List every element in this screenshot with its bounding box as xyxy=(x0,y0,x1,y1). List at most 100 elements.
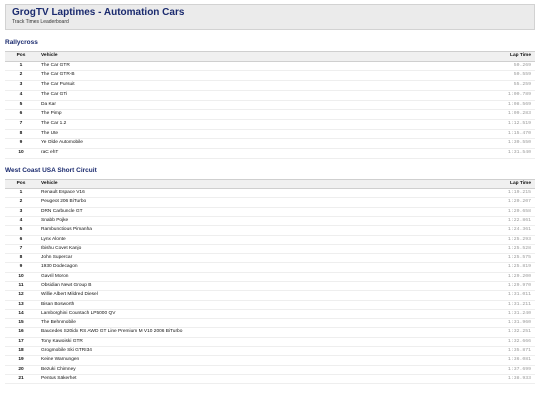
table-row: 5 Rambunctious Pimanha 1:24.361 xyxy=(5,225,535,236)
row-vehicle: The Car GTR-B xyxy=(37,70,467,82)
row-pos: 2 xyxy=(5,197,37,208)
row-lap-time: 55.259 xyxy=(467,80,535,91)
row-lap-time: 50.269 xyxy=(467,61,535,72)
row-pos: 4 xyxy=(5,90,37,101)
row-vehicle: Tony Kawoiski GTR xyxy=(37,337,467,348)
row-vehicle: The Car 1.2 xyxy=(37,119,467,130)
row-vehicle: John Supercar xyxy=(37,253,467,264)
table-header-row: Pos Vehicle Lap Time xyxy=(5,51,535,62)
row-vehicle: Snabb Pojke xyxy=(37,216,467,227)
column-header-pos: Pos xyxy=(5,51,37,62)
table-row: 1 The Car GTR 50.269 xyxy=(5,61,535,72)
row-vehicle: Lamborghini Countach LP5000 QV xyxy=(37,309,467,320)
row-pos: 8 xyxy=(5,253,37,264)
row-lap-time: 1:30.550 xyxy=(467,138,535,150)
row-lap-time: 1:08.569 xyxy=(467,100,535,111)
row-pos: 5 xyxy=(5,225,37,236)
column-header-vehicle: Vehicle xyxy=(37,51,467,62)
table-row: 6 The Pimp 1:09.283 xyxy=(5,109,535,120)
table-row: 7 The Car 1.2 1:12.519 xyxy=(5,119,535,130)
row-pos: 19 xyxy=(5,355,37,366)
row-lap-time: 1:25.819 xyxy=(467,262,535,273)
table-row: 10 Gavril Moron 1:29.200 xyxy=(5,272,535,283)
row-pos: 5 xyxy=(5,100,37,111)
row-vehicle: Willie Albert Mildred Diesel xyxy=(37,290,467,301)
row-vehicle: Ye Olde Automobile xyxy=(37,138,467,150)
table-row: 12 Willie Albert Mildred Diesel 1:31.011 xyxy=(5,290,535,301)
row-pos: 4 xyxy=(5,216,37,227)
row-pos: 9 xyxy=(5,262,37,273)
row-pos: 3 xyxy=(5,207,37,217)
table-row: 4 Snabb Pojke 1:22.861 xyxy=(5,216,535,227)
table-row: 3 The Car Pursuit 55.259 xyxy=(5,80,535,91)
row-vehicle: Lynx Alonte xyxy=(37,235,467,245)
table-row: 5 Da Kar 1:08.569 xyxy=(5,100,535,111)
row-vehicle: The Ute xyxy=(37,129,467,140)
row-lap-time: 1:29.200 xyxy=(467,272,535,283)
page: GrogTV Laptimes - Automation Cars Track … xyxy=(0,0,540,385)
table-row: 9 Ye Olde Automobile 1:30.550 xyxy=(5,138,535,150)
table-row: 2 Peugeot 206 BiTurbo 1:20.207 xyxy=(5,197,535,208)
row-vehicle: Pentus Säkerhet xyxy=(37,374,467,385)
row-vehicle: The Car Pursuit xyxy=(37,80,467,91)
row-lap-time: 1:12.519 xyxy=(467,119,535,130)
column-header-vehicle: Vehicle xyxy=(37,178,467,190)
row-lap-time: 1:22.861 xyxy=(467,216,535,227)
row-vehicle: The Car GTR xyxy=(37,61,467,72)
row-lap-time: 1:19.215 xyxy=(467,188,535,199)
row-lap-time: 1:37.699 xyxy=(467,365,535,375)
row-pos: 7 xyxy=(5,119,37,130)
row-lap-time: 1:09.283 xyxy=(467,109,535,120)
row-lap-time: 1:25.575 xyxy=(467,253,535,264)
row-lap-time: 1:31.540 xyxy=(467,148,535,159)
row-lap-time: 1:32.666 xyxy=(467,337,535,348)
row-pos: 14 xyxy=(5,309,37,320)
row-pos: 10 xyxy=(5,148,37,159)
row-lap-time: 1:31.011 xyxy=(467,290,535,301)
row-vehicle: 1930 Dodecagon xyxy=(37,262,467,273)
row-pos: 2 xyxy=(5,70,37,82)
row-lap-time: 1:35.871 xyxy=(467,346,535,357)
row-lap-time: 1:25.528 xyxy=(467,244,535,255)
table-row: 18 Grogmobile Ski GTRI34 1:35.871 xyxy=(5,346,535,357)
table-row: 2 The Car GTR-B 50.559 xyxy=(5,70,535,82)
table-row: 1 Renault Espace V16 1:19.215 xyxy=(5,188,535,199)
table-row: 15 The Behnmobile 1:31.960 xyxy=(5,318,535,329)
row-pos: 20 xyxy=(5,365,37,375)
table-body-rallycross: 1 The Car GTR 50.269 2 The Car GTR-B 50.559 3 T… xyxy=(5,61,535,159)
row-vehicle: Baucedes S20idx RS AWD GT Line Premium M… xyxy=(37,327,467,338)
leaderboard-table-rallycross: Pos Vehicle Lap Time 1 The Car GTR 50.269 2… xyxy=(5,51,535,159)
table-body-west-coast: 1 Renault Espace V16 1:19.215 2 Peugeot 206 … xyxy=(5,188,535,385)
row-pos: 3 xyxy=(5,80,37,91)
table-row: 14 Lamborghini Countach LP5000 QV 1:31.240 xyxy=(5,309,535,320)
row-pos: 1 xyxy=(5,188,37,199)
row-pos: 12 xyxy=(5,290,37,301)
row-pos: 1 xyxy=(5,61,37,72)
row-vehicle: Ibishu Covet Kanjo xyxy=(37,244,467,255)
row-vehicle: Keine Warnungen xyxy=(37,355,467,366)
table-header-row: Pos Vehicle Lap Time xyxy=(5,178,535,190)
row-vehicle: raC ehT xyxy=(37,148,467,159)
row-pos: 11 xyxy=(5,281,37,292)
section-title-rallycross: Rallycross xyxy=(5,39,38,46)
table-row: 11 Obsidian Newt Group B 1:29.970 xyxy=(5,281,535,292)
row-pos: 21 xyxy=(5,374,37,385)
table-row: 4 The Car GTi 1:00.789 xyxy=(5,90,535,101)
row-lap-time: 1:31.211 xyxy=(467,300,535,310)
table-row: 10 raC ehT 1:31.540 xyxy=(5,148,535,159)
row-lap-time: 1:25.293 xyxy=(467,235,535,245)
row-lap-time: 1:20.658 xyxy=(467,207,535,217)
row-pos: 15 xyxy=(5,318,37,329)
table-row: 20 Bezuki Chimney 1:37.699 xyxy=(5,365,535,375)
row-pos: 7 xyxy=(5,244,37,255)
row-pos: 6 xyxy=(5,109,37,120)
table-row: 21 Pentus Säkerhet 1:38.933 xyxy=(5,374,535,385)
table-row: 8 The Ute 1:15.470 xyxy=(5,129,535,140)
row-pos: 9 xyxy=(5,138,37,150)
row-lap-time: 1:15.470 xyxy=(467,129,535,140)
section-title-west-coast: West Coast USA Short Circuit xyxy=(5,166,97,174)
row-pos: 16 xyxy=(5,327,37,338)
table-row: 3 DRN Carbuncle GT 1:20.658 xyxy=(5,207,535,217)
row-lap-time: 1:24.361 xyxy=(467,225,535,236)
row-pos: 17 xyxy=(5,337,37,348)
